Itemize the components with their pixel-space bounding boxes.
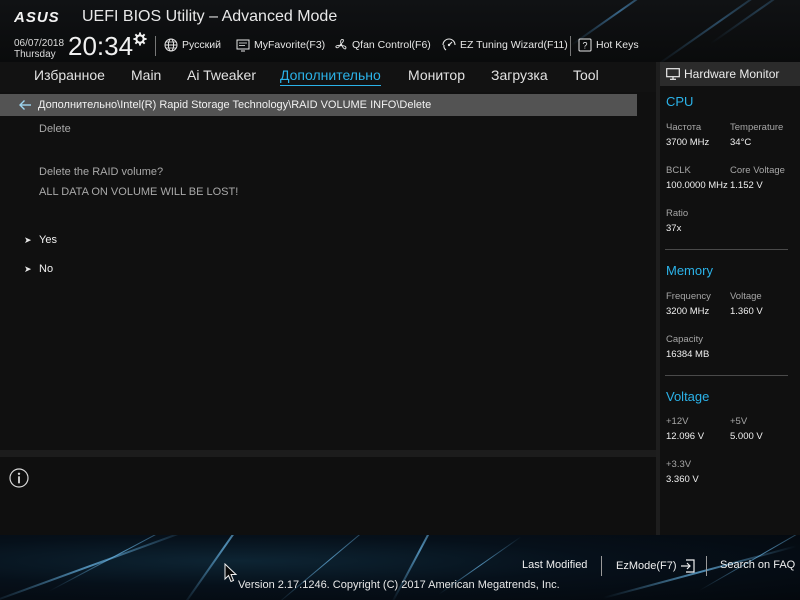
tab-favorites[interactable]: Избранное: [34, 67, 105, 83]
hotkeys-icon: ?: [578, 38, 592, 52]
breadcrumb: Дополнительно\Intel(R) Rapid Storage Tec…: [0, 94, 637, 116]
option-yes-label: Yes: [39, 234, 57, 246]
ezmode-button[interactable]: EzMode(F7): [616, 559, 696, 573]
memory-capacity-label: Capacity: [666, 334, 703, 345]
title-bar: ASUS UEFI BIOS Utility – Advanced Mode 0…: [0, 0, 800, 62]
qfan-control-button[interactable]: Qfan Control(F6): [334, 37, 431, 53]
panel-divider: [0, 450, 656, 457]
myfavorite-label: MyFavorite(F3): [254, 39, 326, 51]
tab-monitor[interactable]: Монитор: [408, 67, 465, 83]
memory-frequency-label: Frequency: [666, 291, 711, 302]
settings-panel: Дополнительно\Intel(R) Rapid Storage Tec…: [0, 92, 656, 450]
fan-icon: [335, 38, 347, 50]
asus-logo: ASUS: [14, 9, 60, 25]
v33-label: +3.3V: [666, 459, 692, 470]
cpu-section-title: CPU: [666, 94, 694, 109]
ratio-value: 37x: [666, 223, 682, 234]
globe-icon: [164, 38, 178, 52]
option-no-label: No: [39, 263, 54, 275]
date-display: 06/07/2018: [14, 38, 65, 49]
decor-streak: [49, 535, 191, 592]
divider: [706, 556, 707, 576]
hardware-monitor-header: Hardware Monitor: [660, 62, 800, 86]
hardware-monitor-panel: Hardware Monitor CPU Частота Temperature…: [660, 62, 800, 535]
confirm-question: Delete the RAID volume?: [39, 166, 164, 178]
decor-streak: [653, 0, 787, 62]
v5-label: +5V: [730, 416, 748, 427]
v12-value: 12.096 V: [666, 431, 705, 442]
section-divider: [665, 249, 788, 250]
footer-bar: Last Modified EzMode(F7) Search on FAQ V…: [0, 535, 800, 600]
cpu-frequency-value: 3700 MHz: [666, 137, 710, 148]
breadcrumb-path: Дополнительно\Intel(R) Rapid Storage Tec…: [38, 99, 432, 111]
day-display: Thursday: [14, 49, 56, 60]
tab-ai-tweaker[interactable]: Ai Tweaker: [187, 67, 256, 83]
language-label: Русский: [182, 39, 221, 51]
tab-advanced[interactable]: Дополнительно: [280, 67, 381, 86]
tab-main[interactable]: Main: [131, 67, 161, 83]
ratio-label: Ratio: [666, 208, 689, 219]
core-voltage-label: Core Voltage: [730, 165, 785, 176]
option-no[interactable]: ➤ No: [24, 259, 624, 279]
cpu-temperature-value: 34°C: [730, 137, 752, 148]
page-heading: Delete: [39, 123, 71, 135]
divider: [570, 36, 571, 56]
v5-value: 5.000 V: [730, 431, 763, 442]
qfan-control-label: Qfan Control(F6): [352, 39, 431, 51]
hardware-monitor-title: Hardware Monitor: [684, 67, 780, 81]
tab-tool[interactable]: Tool: [573, 67, 599, 83]
copyright-text: Version 2.17.1246. Copyright (C) 2017 Am…: [238, 579, 560, 591]
cpu-temperature-label: Temperature: [730, 122, 784, 133]
core-voltage-value: 1.152 V: [730, 180, 763, 191]
bclk-label: BCLK: [666, 165, 691, 176]
help-panel: [0, 457, 656, 535]
hot-keys-label: Hot Keys: [596, 39, 639, 51]
main-menu-bar: Избранное Main Ai Tweaker Дополнительно …: [0, 62, 656, 92]
favorite-icon: [236, 39, 250, 52]
tab-boot[interactable]: Загрузка: [491, 67, 548, 83]
cpu-frequency-label: Частота: [666, 122, 702, 133]
svg-text:ASUS: ASUS: [14, 9, 60, 25]
decor-streak: [710, 0, 800, 45]
memory-section-title: Memory: [666, 263, 713, 278]
memory-capacity-value: 16384 MB: [666, 349, 710, 360]
v12-label: +12V: [666, 416, 689, 427]
last-modified-label: Last Modified: [522, 559, 588, 571]
search-faq-label: Search on FAQ: [720, 559, 796, 571]
option-yes[interactable]: ➤ Yes: [24, 230, 624, 250]
wizard-icon: [442, 38, 456, 51]
last-modified-button[interactable]: Last Modified: [522, 559, 587, 571]
language-button[interactable]: Русский: [164, 37, 221, 53]
divider: [155, 36, 156, 56]
info-icon: [9, 468, 29, 488]
back-arrow-icon[interactable]: [18, 98, 32, 112]
memory-voltage-label: Voltage: [730, 291, 762, 302]
divider: [601, 556, 602, 576]
submenu-arrow-icon: ➤: [24, 234, 32, 245]
search-faq-button[interactable]: Search on FAQ: [720, 559, 795, 571]
myfavorite-button[interactable]: MyFavorite(F3): [236, 37, 325, 53]
ezmode-label: EzMode(F7): [616, 560, 677, 572]
voltage-section-title: Voltage: [666, 389, 710, 404]
ez-tuning-wizard-button[interactable]: EZ Tuning Wizard(F11): [442, 37, 568, 53]
monitor-icon: [666, 68, 680, 80]
hot-keys-button[interactable]: ? Hot Keys: [578, 37, 639, 53]
ez-tuning-wizard-label: EZ Tuning Wizard(F11): [460, 39, 568, 51]
bclk-value: 100.0000 MHz: [666, 180, 728, 191]
memory-frequency-value: 3200 MHz: [666, 306, 710, 317]
v33-value: 3.360 V: [666, 474, 699, 485]
svg-text:?: ?: [582, 41, 587, 51]
decor-streak: [0, 535, 194, 600]
submenu-arrow-icon: ➤: [24, 263, 32, 274]
mouse-cursor-icon: [224, 563, 238, 583]
clock-display[interactable]: 20:34: [68, 31, 133, 62]
data-loss-warning: ALL DATA ON VOLUME WILL BE LOST!: [39, 186, 239, 198]
exit-icon: [680, 559, 695, 573]
section-divider: [665, 375, 788, 376]
memory-voltage-value: 1.360 V: [730, 306, 763, 317]
app-title: UEFI BIOS Utility – Advanced Mode: [82, 8, 338, 25]
gear-icon[interactable]: [133, 32, 147, 46]
